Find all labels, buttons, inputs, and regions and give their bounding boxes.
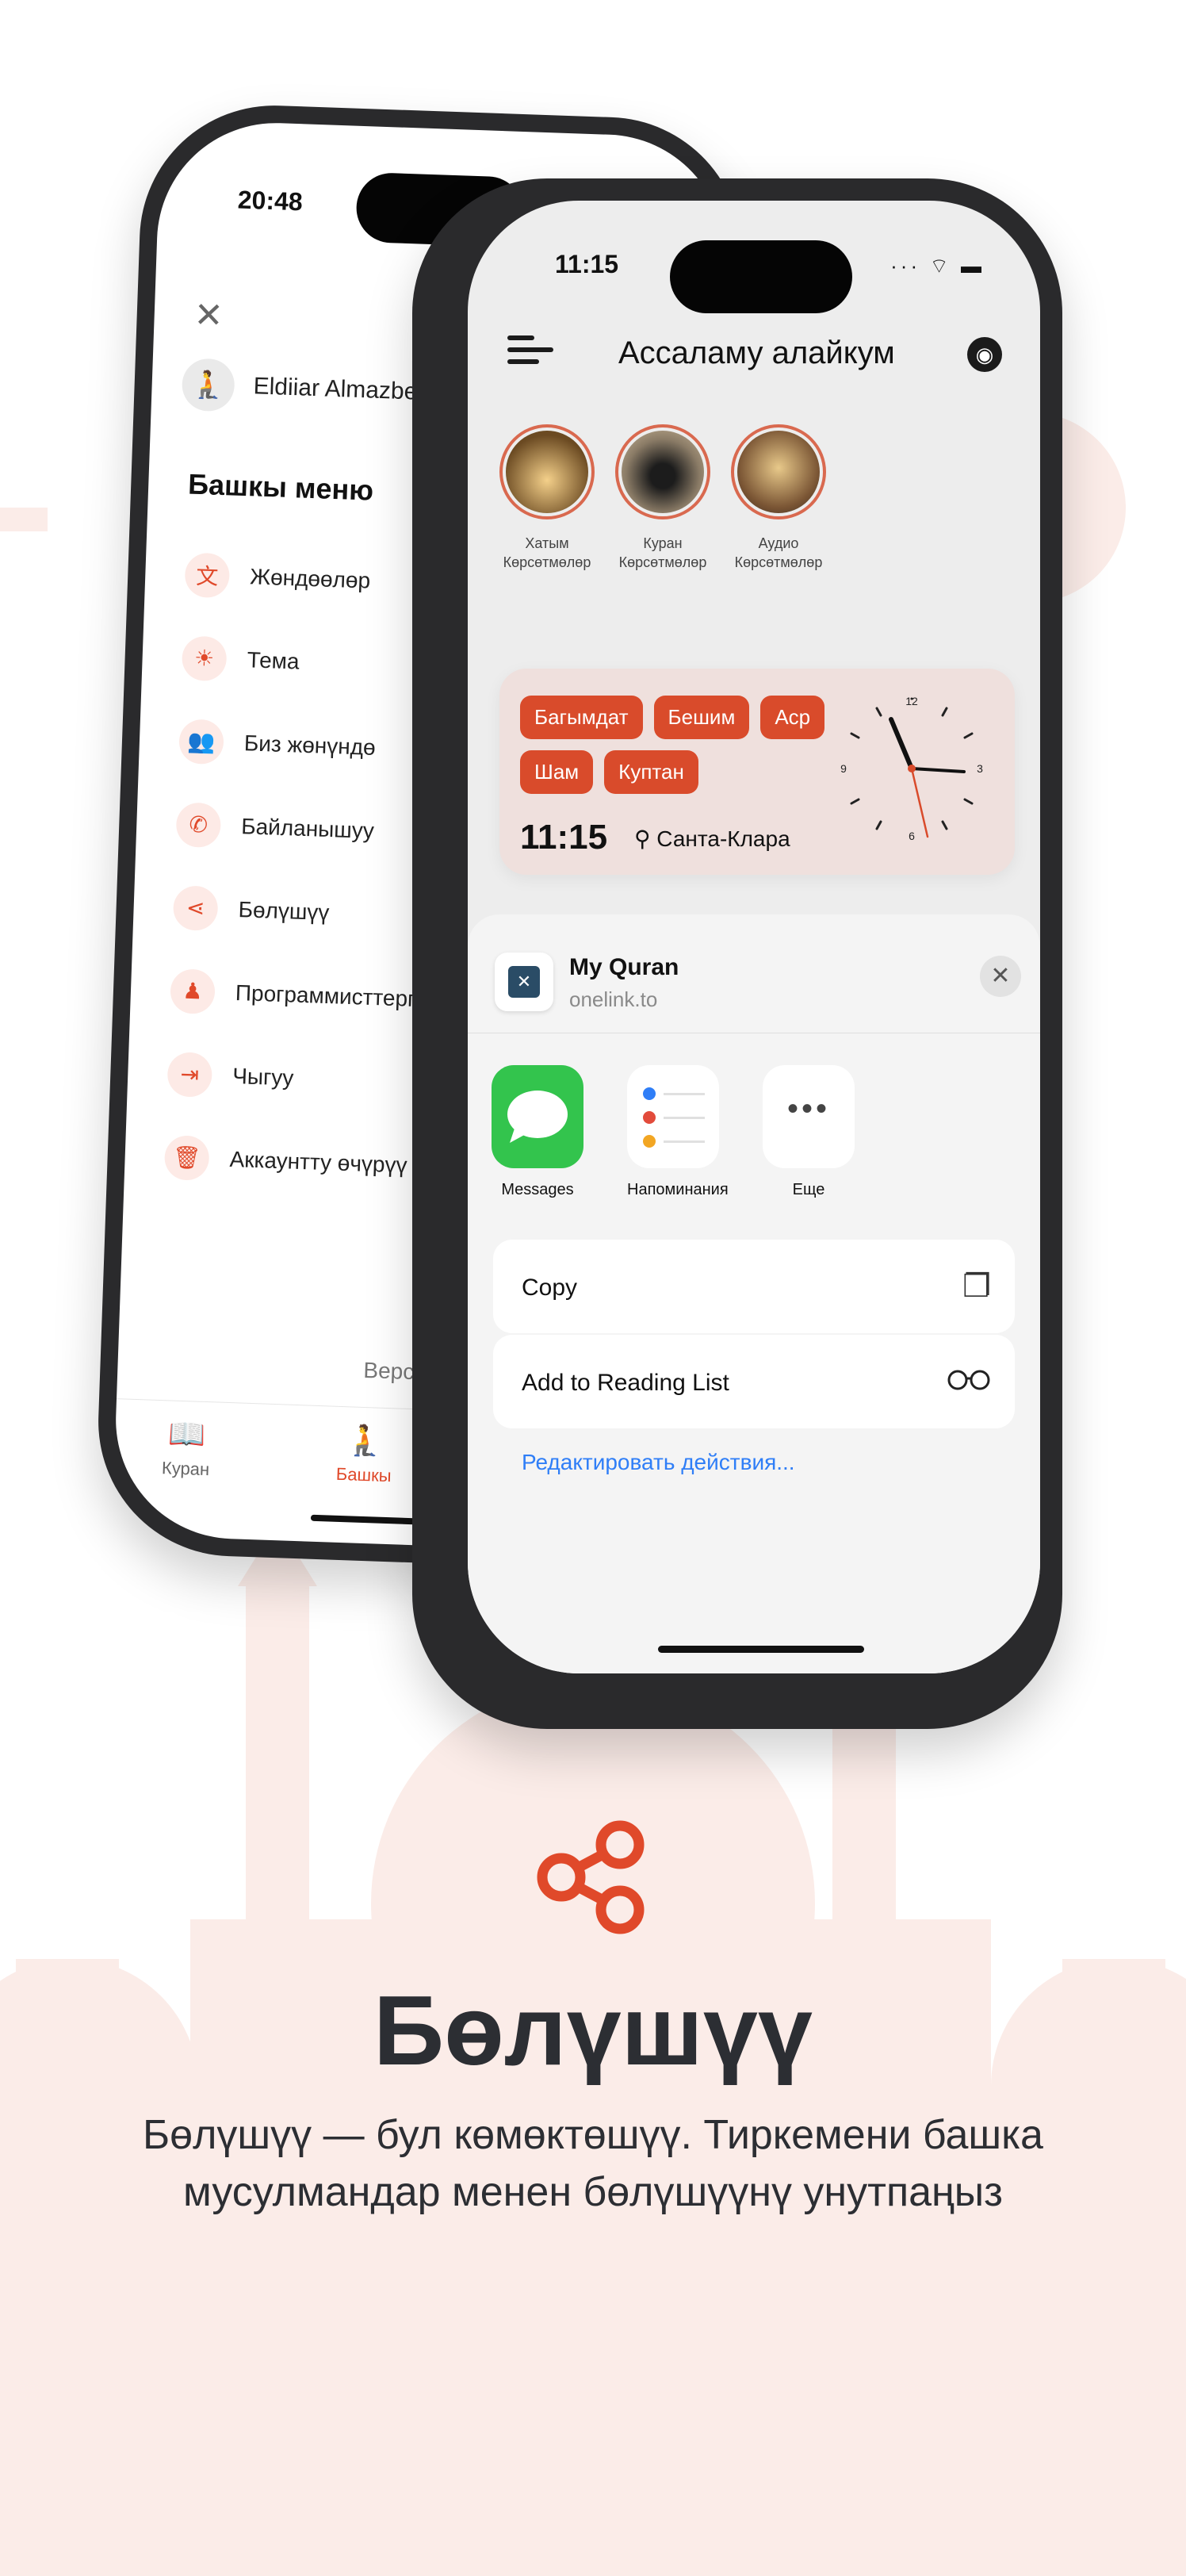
- clock-number-9: 9: [840, 762, 847, 775]
- hero-title: Бөлүшүү: [373, 1976, 813, 2086]
- tab-label: Башкы: [335, 1463, 392, 1486]
- status-time: 11:15: [555, 250, 619, 278]
- stories-row: Хатым Көрсөтмөлөр Куран Көрсөтмөлөр Ауди…: [499, 424, 826, 572]
- menu-item-label: Жөндөөлөр: [249, 563, 371, 593]
- story-image: [506, 431, 588, 513]
- avatar: 🧎: [181, 358, 235, 412]
- menu-item-label: Чыгуу: [231, 1063, 294, 1091]
- add-to-reading-list-action[interactable]: Add to Reading List: [493, 1335, 1015, 1428]
- reminders-icon: [627, 1065, 719, 1168]
- tab-main[interactable]: 🧎 Башкы: [335, 1423, 392, 1486]
- app-icon: ✕: [495, 953, 553, 1011]
- story-audio[interactable]: Аудио Көрсөтмөлөр: [731, 424, 826, 572]
- story-image: [737, 431, 820, 513]
- logout-icon: ⇥: [166, 1051, 213, 1098]
- messages-icon: [492, 1065, 583, 1168]
- phone-icon: ✆: [175, 801, 222, 848]
- more-icon: •••: [763, 1065, 855, 1168]
- action-label: Copy: [522, 1275, 578, 1301]
- status-icons: ··· ⌔ ▬: [890, 254, 985, 278]
- edit-actions-link[interactable]: Редактировать действия...: [522, 1450, 795, 1475]
- prayer-times-card[interactable]: Багымдат Бешим Аср Шам Куптан 11:15 ⚲ Са…: [499, 669, 1015, 875]
- share-app-label: Напоминания: [627, 1181, 729, 1198]
- prayer-pill[interactable]: Куптан: [604, 750, 698, 794]
- people-icon: 👥: [178, 718, 224, 765]
- share-app-label: Messages: [501, 1181, 574, 1198]
- close-icon[interactable]: ✕: [193, 295, 224, 336]
- menu-item-label: Байланышуу: [240, 813, 375, 843]
- menu-item-label: Аккаунтту өчүрүү: [229, 1146, 408, 1178]
- share-icon: ⋖: [172, 884, 219, 931]
- prayer-pill[interactable]: Шам: [520, 750, 594, 794]
- story-quran[interactable]: Куран Көрсөтмөлөр: [615, 424, 710, 572]
- share-sheet-header: ✕ My Quran onelink.to ✕: [468, 914, 1040, 1033]
- menu-icon[interactable]: [507, 335, 553, 367]
- user-name: Eldiiar Almazbek: [253, 373, 430, 406]
- share-apps-row: Messages Напоминания ••• Еще: [492, 1065, 855, 1199]
- prayer-pill[interactable]: Бешим: [653, 696, 750, 739]
- story-label: Аудио Көрсөтмөлөр: [734, 535, 823, 570]
- clock-number-3: 3: [977, 762, 983, 775]
- story-image: [622, 431, 704, 513]
- copy-icon: ❐: [962, 1269, 991, 1304]
- share-app-label: Еще: [792, 1181, 825, 1198]
- status-time: 20:48: [237, 185, 304, 217]
- menu-item-label: Бөлүшүү: [238, 896, 330, 925]
- sun-icon: ☀: [181, 634, 228, 681]
- tab-quran[interactable]: 📖 Куран: [162, 1416, 212, 1480]
- glasses-icon: [947, 1363, 991, 1399]
- trash-icon: 🗑: [163, 1134, 210, 1181]
- copy-action[interactable]: Copy ❐: [493, 1240, 1015, 1333]
- action-label: Add to Reading List: [522, 1370, 729, 1396]
- front-phone-screen: 11:15 ··· ⌔ ▬ Ассаламу алайкум ◉ Хатым К…: [468, 201, 1040, 1673]
- menu-item-label: Тема: [247, 646, 300, 674]
- hour-hand: [889, 717, 914, 771]
- shared-app-name: My Quran: [569, 954, 679, 980]
- menu-item-label: Биз жөнүндө: [243, 730, 377, 760]
- shared-app-url: onelink.to: [569, 987, 658, 1011]
- dynamic-island: [670, 240, 852, 313]
- close-icon[interactable]: ✕: [980, 956, 1021, 997]
- compass-icon[interactable]: ◉: [967, 337, 1002, 372]
- clock-number-6: 6: [909, 830, 915, 842]
- story-label: Куран Көрсөтмөлөр: [618, 535, 707, 570]
- story-label: Хатым Көрсөтмөлөр: [503, 535, 591, 570]
- location-text: Санта-Клара: [656, 826, 790, 851]
- analog-clock: 12 3 6 9: [840, 695, 983, 842]
- quran-icon: 📖: [167, 1417, 206, 1452]
- prayer-names: Багымдат Бешим Аср Шам Куптан: [520, 696, 861, 794]
- share-app-reminders[interactable]: Напоминания: [627, 1065, 729, 1199]
- clock-number-12: 12: [905, 695, 918, 707]
- front-phone-mockup: 11:15 ··· ⌔ ▬ Ассаламу алайкум ◉ Хатым К…: [412, 178, 1062, 1729]
- share-app-messages[interactable]: Messages: [492, 1065, 583, 1199]
- current-time: 11:15: [520, 818, 608, 857]
- share-sheet: ✕ My Quran onelink.to ✕ Messages Напомин…: [468, 914, 1040, 1673]
- prayer-icon: 🧎: [345, 1424, 384, 1459]
- menu-item-label: Программисттерг: [235, 979, 416, 1011]
- story-khatym[interactable]: Хатым Көрсөтмөлөр: [499, 424, 595, 572]
- promo-page: 20:48 ✕ 🧎 Eldiiar Almazbek Башкы меню 文Ж…: [0, 0, 1186, 2576]
- translate-icon: 文: [184, 551, 231, 598]
- minute-hand: [910, 767, 966, 773]
- greeting-title: Ассаламу алайкум: [618, 335, 895, 370]
- prayer-pill[interactable]: Аср: [760, 696, 825, 739]
- user-profile-row[interactable]: 🧎 Eldiiar Almazbek: [181, 358, 430, 419]
- share-app-more[interactable]: ••• Еще: [763, 1065, 855, 1199]
- prayer-pill[interactable]: Багымдат: [520, 696, 643, 739]
- location-label: ⚲ Санта-Клара: [634, 826, 790, 852]
- tab-label: Куран: [161, 1458, 210, 1480]
- home-indicator: [658, 1646, 864, 1653]
- hero-subtitle: Бөлүшүү — бул көмөктөшүү. Тиркемени башк…: [143, 2112, 1043, 2215]
- menu-title: Башкы меню: [187, 467, 374, 507]
- share-icon: [537, 1820, 645, 1934]
- second-hand: [910, 767, 929, 838]
- programmer-icon: ♟: [170, 968, 216, 1014]
- location-pin-icon: ⚲: [634, 826, 657, 851]
